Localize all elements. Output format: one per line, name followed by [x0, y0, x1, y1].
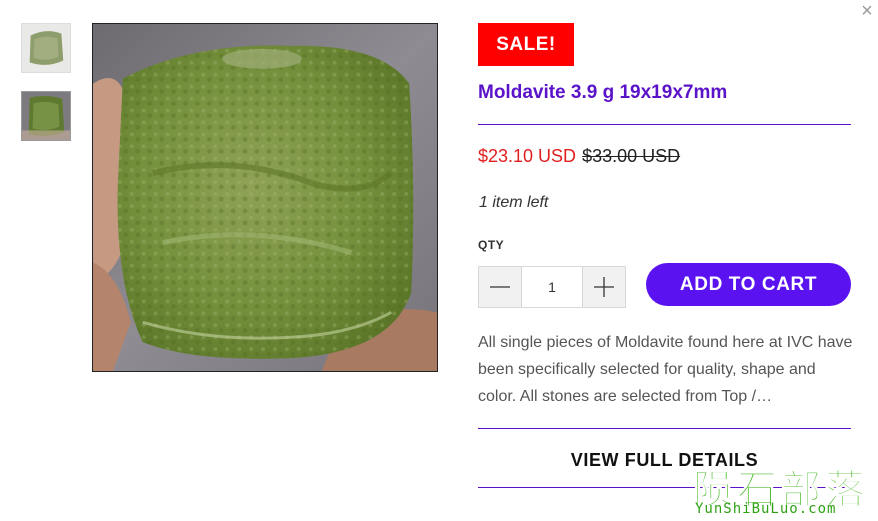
moldavite-thumb-2-image [22, 92, 70, 140]
watermark-url-text: YunShiBuLuo.com [695, 501, 837, 517]
moldavite-photo [93, 24, 437, 371]
sale-badge: SALE! [478, 23, 574, 66]
sale-price: $23.10 USD [478, 146, 577, 166]
quantity-input[interactable]: 1 [521, 267, 583, 307]
thumbnail-1[interactable] [21, 23, 71, 73]
divider [478, 428, 851, 429]
watermark: 陨石部落 YunShiBuLuo.com [693, 457, 878, 521]
product-main-image[interactable] [92, 23, 438, 372]
moldavite-thumb-1-image [22, 24, 70, 72]
thumbnail-2[interactable] [21, 91, 71, 141]
close-icon[interactable]: × [858, 1, 876, 21]
product-description: All single pieces of Moldavite found her… [478, 334, 853, 405]
product-title: Moldavite 3.9 g 19x19x7mm [478, 82, 728, 103]
divider [478, 124, 851, 125]
add-to-cart-button[interactable]: ADD TO CART [646, 263, 851, 306]
quantity-decrease-button[interactable] [479, 267, 521, 307]
quantity-stepper: 1 [478, 266, 626, 308]
stock-status: 1 item left [479, 194, 549, 211]
minus-icon [490, 286, 510, 288]
plus-icon [594, 277, 614, 297]
price-block: $23.10 USD $33.00 USD [478, 146, 680, 167]
quantity-label: QTY [478, 238, 505, 252]
quantity-increase-button[interactable] [583, 267, 625, 307]
compare-price: $33.00 USD [582, 146, 681, 166]
